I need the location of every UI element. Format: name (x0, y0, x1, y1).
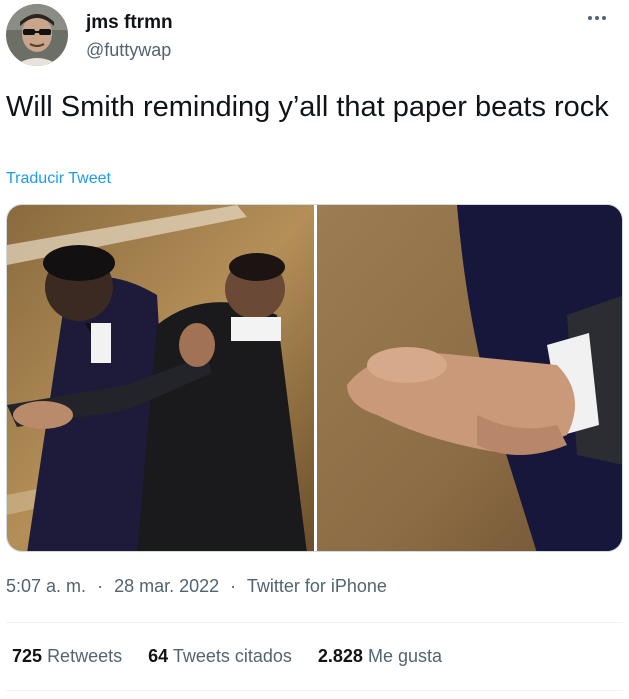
likes-label: Me gusta (367, 646, 442, 666)
tweet-header: jms ftrmn @futtywap (6, 4, 623, 68)
likes-stat[interactable]: 2.828 Me gusta (318, 646, 442, 667)
meta-separator: · (230, 576, 237, 596)
tweet-text: Will Smith reminding y’all that paper be… (6, 91, 609, 123)
media-image-left[interactable] (7, 205, 314, 552)
retweets-count: 725 (12, 646, 43, 666)
tweet-card: jms ftrmn @futtywap Will Smith reminding… (0, 0, 629, 699)
translate-tweet-link[interactable]: Traducir Tweet (6, 170, 111, 188)
tweet-source[interactable]: Twitter for iPhone (247, 576, 387, 596)
avatar[interactable] (6, 4, 68, 66)
tweet-meta: 5:07 a. m. · 28 mar. 2022 · Twitter for … (6, 576, 387, 597)
divider-bottom (6, 690, 623, 691)
author-handle[interactable]: @futtywap (86, 40, 173, 60)
tweet-date[interactable]: 28 mar. 2022 (114, 576, 219, 596)
likes-count: 2.828 (317, 646, 363, 666)
media-image-right[interactable] (317, 205, 623, 552)
meta-separator: · (97, 576, 104, 596)
quotes-label: Tweets citados (172, 646, 292, 666)
avatar-image (6, 4, 68, 66)
tweet-media[interactable] (6, 204, 623, 552)
author-display-name[interactable]: jms ftrmn (86, 12, 173, 34)
more-options-icon[interactable] (581, 6, 613, 30)
retweets-stat[interactable]: 725 Retweets (12, 646, 122, 667)
divider-top (6, 622, 623, 623)
retweets-label: Retweets (47, 646, 123, 666)
quotes-stat[interactable]: 64 Tweets citados (148, 646, 292, 667)
tweet-stats: 725 Retweets 64 Tweets citados 2.828 Me … (12, 646, 442, 667)
quotes-count: 64 (148, 646, 169, 666)
author-names: jms ftrmn @futtywap (86, 12, 173, 60)
tweet-time[interactable]: 5:07 a. m. (6, 576, 86, 596)
